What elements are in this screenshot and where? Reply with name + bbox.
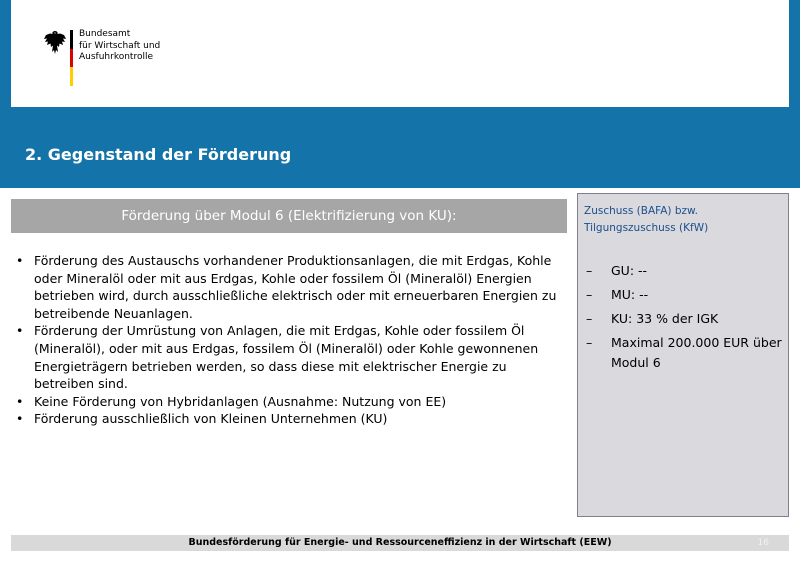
sidebar-title: Zuschuss (BAFA) bzw. Tilgungszuschuss (K…	[584, 205, 709, 234]
list-item-text: Förderung des Austauschs vorhandener Pro…	[34, 253, 557, 321]
funding-rate-text: Maximal 200.000 EUR über Modul 6	[611, 335, 782, 370]
funding-rate-list: – GU: -- – MU: -- – KU: 33 % der IGK – Maxim…	[586, 261, 786, 377]
funding-rate-text: GU: --	[611, 263, 648, 278]
bullet-list: • Förderung des Austauschs vorhandener Pr…	[16, 252, 568, 428]
bullet-marker: •	[16, 411, 24, 427]
list-item-text: Keine Förderung von Hybridanlagen (Ausna…	[34, 393, 447, 409]
funding-rate-item: – KU: 33 % der IGK	[586, 309, 786, 329]
dash-marker: –	[586, 263, 593, 278]
dash-marker: –	[586, 335, 593, 350]
funding-rate-text: MU: --	[611, 287, 649, 302]
list-item-text: Förderung der Umrüstung von Anlagen, die…	[34, 323, 539, 392]
federal-eagle-icon	[44, 31, 66, 54]
agency-logo: Bundesamt für Wirtschaft und Ausfuhrkont…	[43, 29, 183, 90]
page-title: 2. Gegenstand der Förderung	[25, 145, 292, 164]
list-item: • Keine Förderung von Hybridanlagen (Ausn…	[16, 393, 568, 411]
footer-bar: Bundesförderung für Energie- und Ressour…	[11, 535, 789, 551]
header-logo-area: Bundesamt für Wirtschaft und Ausfuhrkont…	[11, 0, 789, 107]
agency-name-line: Ausfuhrkontrolle	[79, 52, 154, 62]
funding-rate-text: KU: 33 % der IGK	[611, 311, 719, 326]
bullet-marker: •	[16, 393, 24, 409]
funding-rate-item: – GU: --	[586, 261, 786, 281]
list-item-text: Förderung ausschließlich von Kleinen Unt…	[34, 411, 388, 427]
list-item: • Förderung ausschließlich von Kleinen Un…	[16, 410, 568, 428]
dash-marker: –	[586, 287, 593, 302]
german-flag-stripe	[70, 30, 73, 86]
funding-rate-item: – MU: --	[586, 285, 786, 305]
bullet-marker: •	[16, 323, 24, 339]
page-number: 16	[757, 538, 769, 548]
footer-text: Bundesförderung für Energie- und Ressour…	[188, 537, 612, 548]
agency-name-line: Bundesamt	[79, 29, 131, 39]
list-item: • Förderung des Austauschs vorhandener Pr…	[16, 252, 568, 322]
agency-name-line: für Wirtschaft und	[79, 40, 161, 51]
dash-marker: –	[586, 311, 593, 326]
list-item: • Förderung der Umrüstung von Anlagen, di…	[16, 322, 568, 392]
funding-sidebar: Zuschuss (BAFA) bzw. Tilgungszuschuss (K…	[577, 193, 789, 517]
agency-name: Bundesamt für Wirtschaft und Ausfuhrkont…	[79, 29, 189, 64]
bullet-marker: •	[16, 253, 24, 268]
funding-rate-item: – Maximal 200.000 EUR über Modul 6	[586, 333, 786, 373]
modul-banner: Förderung über Modul 6 (Elektrifizierung…	[11, 199, 567, 233]
